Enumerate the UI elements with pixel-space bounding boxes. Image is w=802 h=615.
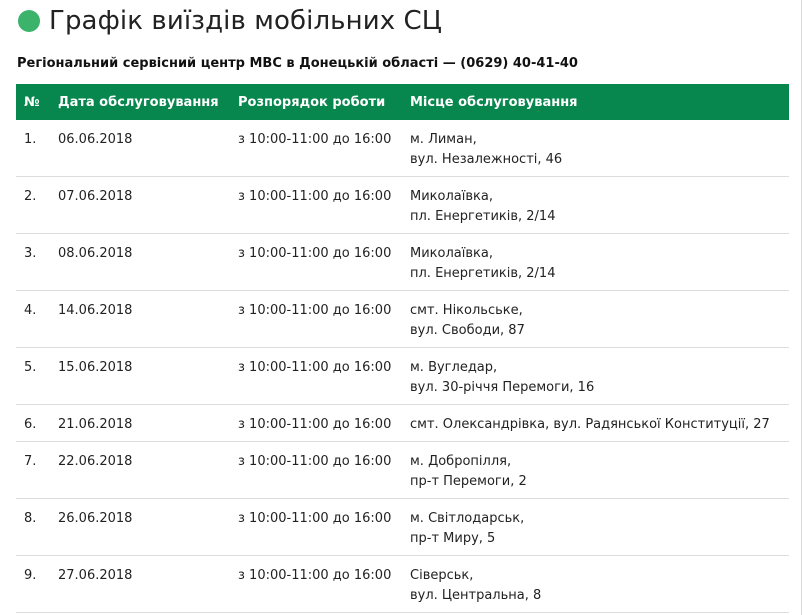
schedule-table: № Дата обслуговування Розпорядок роботи … <box>16 84 789 613</box>
service-place-line: пр-т Миру, 5 <box>410 531 496 546</box>
service-place-line: Сіверськ, <box>410 568 474 583</box>
service-place-line: пл. Енергетиків, 2/14 <box>410 209 556 224</box>
working-hours: з 10:00-11:00 до 16:00 <box>230 347 402 405</box>
service-place-line: м. Світлодарськ, <box>410 511 525 526</box>
working-hours: з 10:00-11:00 до 16:00 <box>230 233 402 291</box>
column-header-place: Місце обслуговування <box>402 84 789 120</box>
service-place-line: вул. 30-річчя Перемоги, 16 <box>410 380 595 395</box>
service-place-line: м. Добропілля, <box>410 454 512 469</box>
table-body: 1. 06.06.2018 з 10:00-11:00 до 16:00 м. Лим… <box>16 120 789 613</box>
row-number: 8. <box>16 498 50 556</box>
title-row: Графік виїздів мобільних СЦ <box>18 4 442 38</box>
service-place-line: Миколаївка, <box>410 189 493 204</box>
service-place: смт. Нікольське, вул. Свободи, 87 <box>402 290 789 348</box>
service-place: м. Добропілля, пр-т Перемоги, 2 <box>402 441 789 499</box>
column-header-date: Дата обслуговування <box>50 84 230 120</box>
table-row: 5. 15.06.2018 з 10:00-11:00 до 16:00 м. Вуг… <box>16 347 789 405</box>
table-row: 9. 27.06.2018 з 10:00-11:00 до 16:00 Сіверс… <box>16 555 789 613</box>
service-date: 22.06.2018 <box>50 441 230 499</box>
service-date: 14.06.2018 <box>50 290 230 348</box>
working-hours: з 10:00-11:00 до 16:00 <box>230 290 402 348</box>
service-place: Сіверськ, вул. Центральна, 8 <box>402 555 789 613</box>
service-place-line: вул. Центральна, 8 <box>410 588 542 603</box>
service-place-line: смт. Олександрівка, вул. Радянської Конс… <box>410 417 770 432</box>
table-row: 1. 06.06.2018 з 10:00-11:00 до 16:00 м. Лим… <box>16 120 789 177</box>
row-number: 6. <box>16 404 50 442</box>
service-date: 08.06.2018 <box>50 233 230 291</box>
service-date: 06.06.2018 <box>50 120 230 177</box>
service-place-line: м. Вугледар, <box>410 360 498 375</box>
row-number: 3. <box>16 233 50 291</box>
row-number: 9. <box>16 555 50 613</box>
service-place-line: м. Лиман, <box>410 132 477 147</box>
row-number: 2. <box>16 176 50 234</box>
service-place: Миколаївка, пл. Енергетиків, 2/14 <box>402 233 789 291</box>
table-row: 2. 07.06.2018 з 10:00-11:00 до 16:00 Микола… <box>16 176 789 234</box>
working-hours: з 10:00-11:00 до 16:00 <box>230 498 402 556</box>
working-hours: з 10:00-11:00 до 16:00 <box>230 120 402 177</box>
column-header-hours: Розпорядок роботи <box>230 84 402 120</box>
working-hours: з 10:00-11:00 до 16:00 <box>230 441 402 499</box>
row-number: 7. <box>16 441 50 499</box>
service-center-contact: Регіональний сервісний центр МВС в Донец… <box>17 56 578 71</box>
service-place-line: пл. Енергетиків, 2/14 <box>410 266 556 281</box>
service-place: м. Світлодарськ, пр-т Миру, 5 <box>402 498 789 556</box>
service-place: смт. Олександрівка, вул. Радянської Конс… <box>402 404 789 442</box>
row-number: 4. <box>16 290 50 348</box>
working-hours: з 10:00-11:00 до 16:00 <box>230 176 402 234</box>
service-place: Миколаївка, пл. Енергетиків, 2/14 <box>402 176 789 234</box>
table-row: 3. 08.06.2018 з 10:00-11:00 до 16:00 Микола… <box>16 233 789 291</box>
table-row: 7. 22.06.2018 з 10:00-11:00 до 16:00 м. Доб… <box>16 441 789 499</box>
service-place: м. Лиман, вул. Незалежності, 46 <box>402 120 789 177</box>
page-title: Графік виїздів мобільних СЦ <box>49 6 443 36</box>
row-number: 5. <box>16 347 50 405</box>
service-place-line: Миколаївка, <box>410 246 493 261</box>
table-row: 4. 14.06.2018 з 10:00-11:00 до 16:00 смт. Н… <box>16 290 789 348</box>
service-date: 15.06.2018 <box>50 347 230 405</box>
service-date: 07.06.2018 <box>50 176 230 234</box>
table-row: 8. 26.06.2018 з 10:00-11:00 до 16:00 м. Сві… <box>16 498 789 556</box>
service-place-line: смт. Нікольське, <box>410 303 523 318</box>
service-date: 21.06.2018 <box>50 404 230 442</box>
service-place: м. Вугледар, вул. 30-річчя Перемоги, 16 <box>402 347 789 405</box>
table-header-row: № Дата обслуговування Розпорядок роботи … <box>16 84 789 120</box>
service-place-line: вул. Незалежності, 46 <box>410 152 563 167</box>
working-hours: з 10:00-11:00 до 16:00 <box>230 404 402 442</box>
green-dot-icon <box>18 10 40 32</box>
column-header-number: № <box>16 84 50 120</box>
service-place-line: пр-т Перемоги, 2 <box>410 474 527 489</box>
service-date: 27.06.2018 <box>50 555 230 613</box>
page: Графік виїздів мобільних СЦ Регіональний… <box>0 0 802 615</box>
working-hours: з 10:00-11:00 до 16:00 <box>230 555 402 613</box>
table-row: 6. 21.06.2018 з 10:00-11:00 до 16:00 смт. О… <box>16 404 789 442</box>
service-place-line: вул. Свободи, 87 <box>410 323 525 338</box>
service-date: 26.06.2018 <box>50 498 230 556</box>
row-number: 1. <box>16 120 50 177</box>
